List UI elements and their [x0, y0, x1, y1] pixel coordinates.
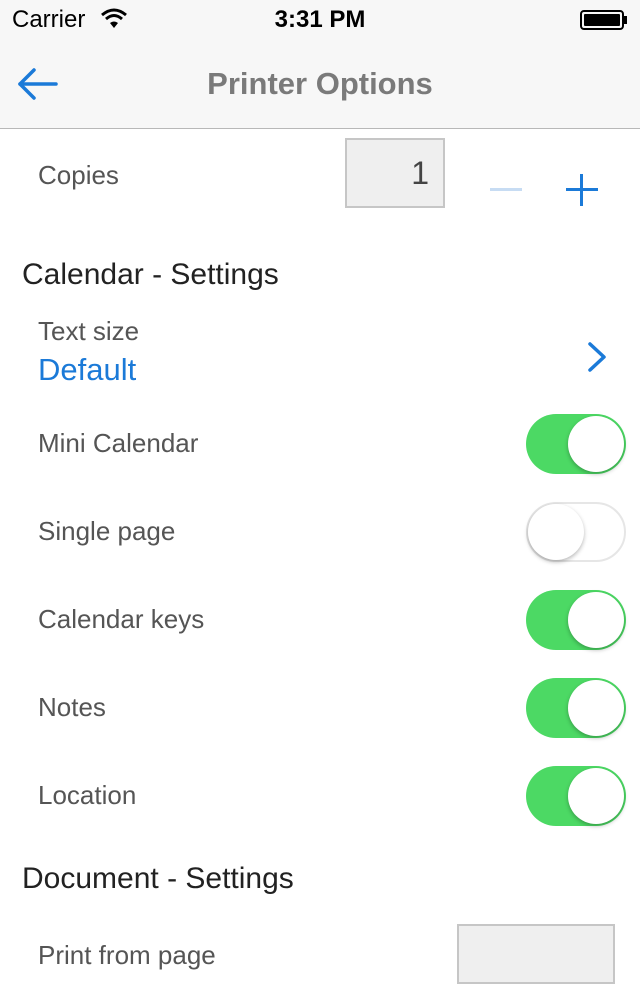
location-toggle[interactable] — [526, 766, 626, 826]
copies-input[interactable]: 1 — [345, 138, 445, 208]
notes-toggle[interactable] — [526, 678, 626, 738]
page-title: Printer Options — [207, 66, 433, 101]
print-from-page-input[interactable] — [457, 924, 615, 984]
single-page-label: Single page — [38, 516, 176, 546]
print-from-page-label: Print from page — [38, 940, 216, 970]
single-page-toggle[interactable] — [526, 502, 626, 562]
copies-label: Copies — [38, 160, 119, 190]
battery-icon — [580, 10, 627, 30]
calendar-settings-header: Calendar - Settings — [22, 258, 279, 291]
toggle-knob — [568, 416, 624, 472]
toggle-knob — [568, 680, 624, 736]
chevron-right-icon[interactable] — [584, 340, 610, 374]
toggle-knob — [528, 504, 584, 560]
calendar-keys-label: Calendar keys — [38, 604, 205, 634]
toggle-knob — [568, 592, 624, 648]
plus-icon[interactable] — [566, 174, 598, 206]
notes-label: Notes — [38, 692, 106, 722]
minus-icon[interactable] — [490, 188, 522, 191]
document-settings-header: Document - Settings — [22, 862, 294, 895]
mini-calendar-label: Mini Calendar — [38, 428, 199, 458]
calendar-keys-toggle[interactable] — [526, 590, 626, 650]
status-bar: Carrier 3:31 PM — [0, 0, 640, 40]
toggle-knob — [568, 768, 624, 824]
text-size-label: Text size — [38, 316, 140, 346]
location-label: Location — [38, 780, 137, 810]
navigation-bar: Printer Options — [0, 40, 640, 129]
status-time: 3:31 PM — [274, 6, 366, 33]
mini-calendar-toggle[interactable] — [526, 414, 626, 474]
text-size-value[interactable]: Default — [38, 352, 136, 388]
